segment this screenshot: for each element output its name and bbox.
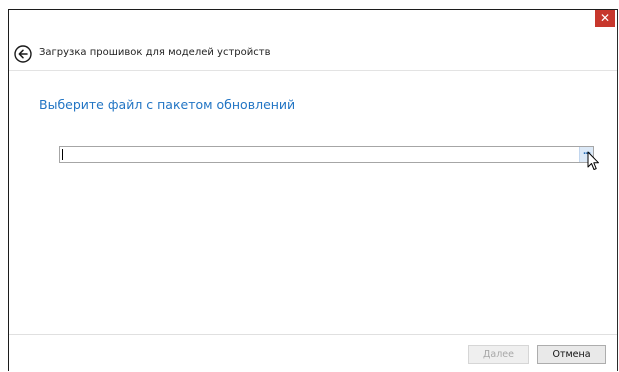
title-bar: ✕ <box>9 10 617 38</box>
wizard-title: Загрузка прошивок для моделей устройств <box>39 47 271 58</box>
wizard-window: ✕ Загрузка прошивок для моделей устройст… <box>8 9 618 372</box>
wizard-header: Загрузка прошивок для моделей устройств <box>9 38 617 71</box>
wizard-content: Выберите файл с пакетом обновлений ... <box>9 71 617 334</box>
file-path-input[interactable] <box>59 146 594 163</box>
back-arrow-icon[interactable] <box>14 45 32 63</box>
page-heading: Выберите файл с пакетом обновлений <box>39 97 296 112</box>
cancel-button[interactable]: Отмена <box>537 345 606 364</box>
wizard-footer: Далее Отмена <box>9 334 617 372</box>
text-caret <box>62 149 63 160</box>
close-button[interactable]: ✕ <box>595 10 615 27</box>
mouse-pointer-icon <box>587 151 599 170</box>
next-button[interactable]: Далее <box>468 345 529 364</box>
